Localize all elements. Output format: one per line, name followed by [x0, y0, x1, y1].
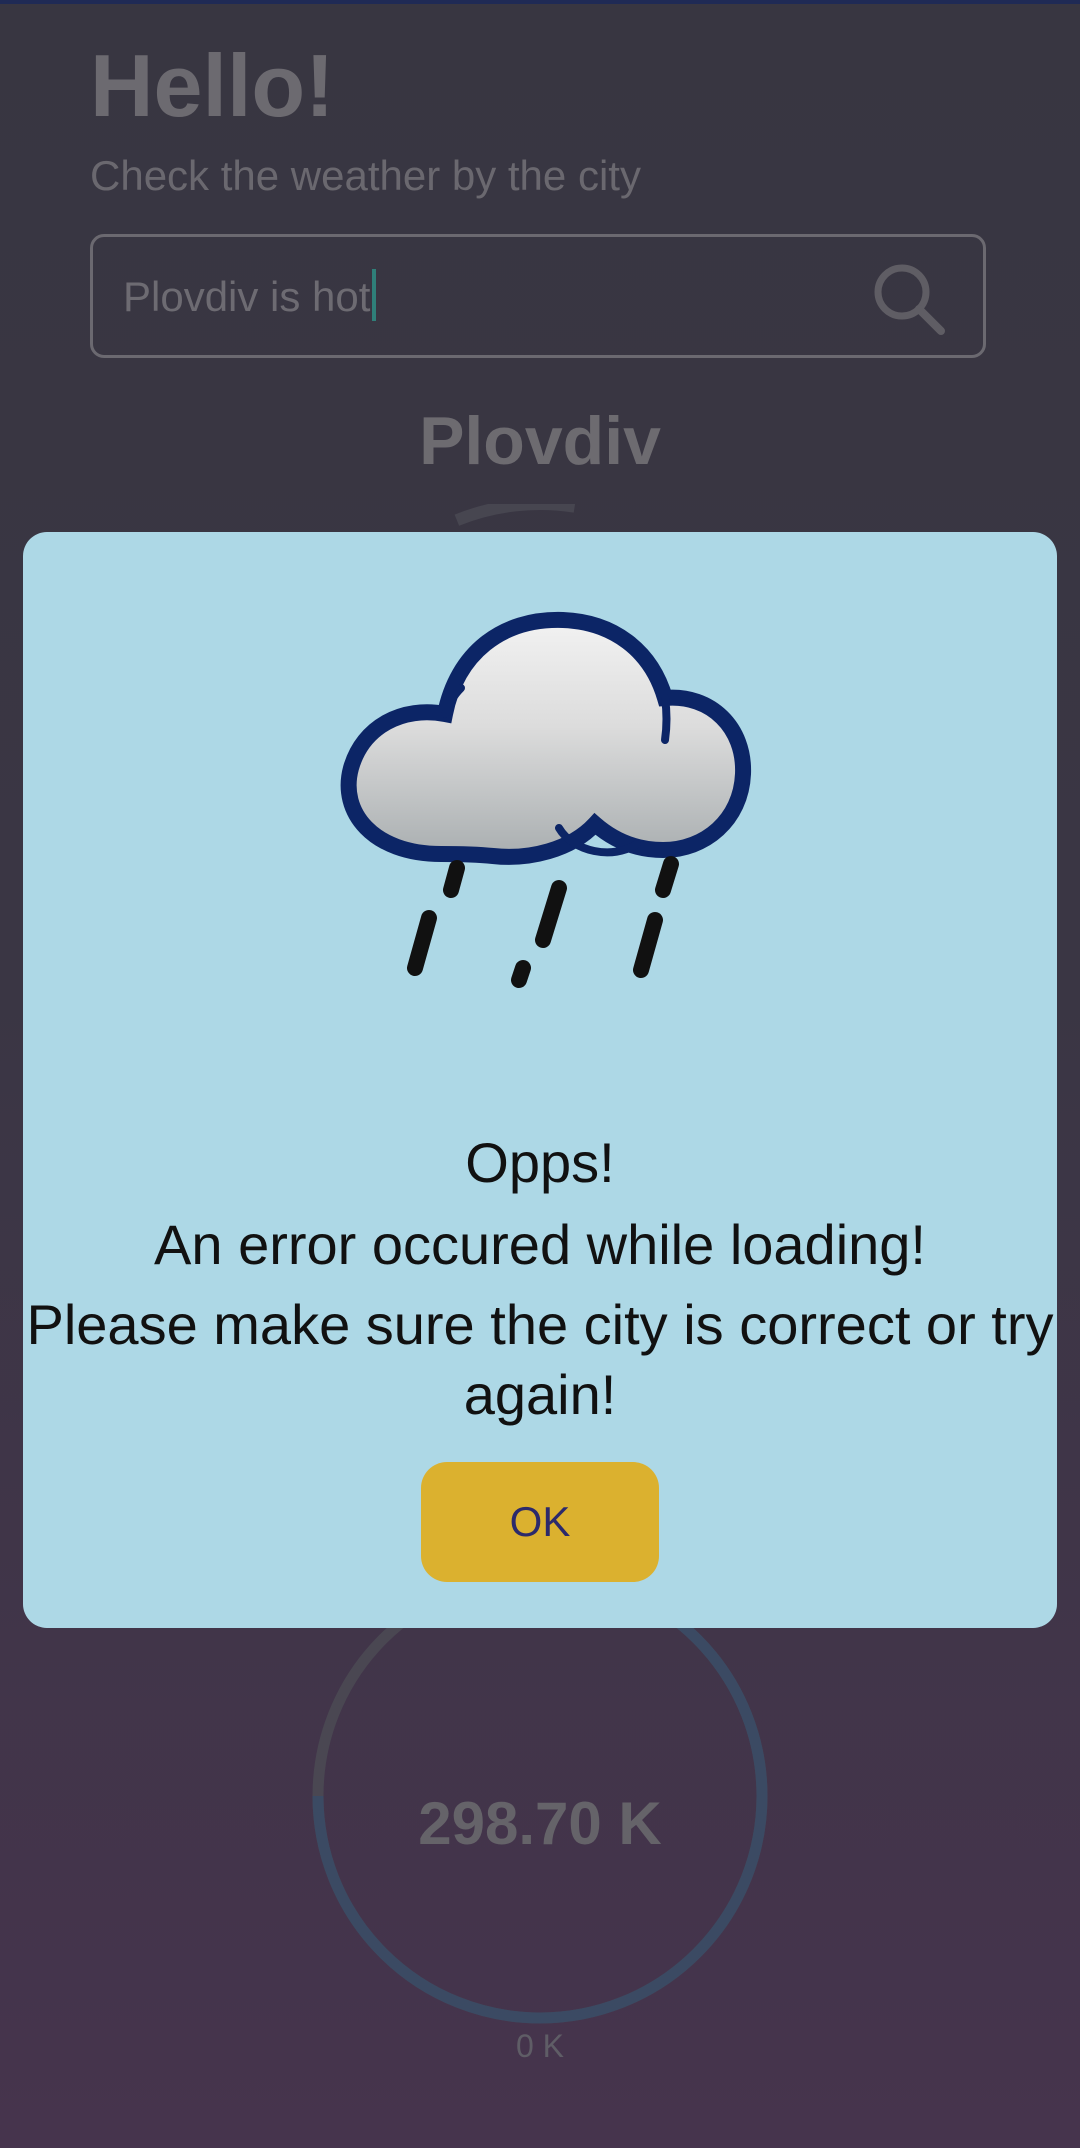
- search-input[interactable]: Plovdiv is hot: [123, 269, 377, 325]
- subtitle-text: Check the weather by the city: [90, 152, 641, 199]
- search-field[interactable]: Plovdiv is hot: [90, 234, 986, 358]
- search-icon[interactable]: [871, 261, 947, 337]
- error-dialog: Opps! An error occured while loading! Pl…: [23, 532, 1057, 1628]
- dialog-message-line-1: An error occured while loading!: [154, 1213, 926, 1276]
- dialog-title: Opps!: [465, 1131, 615, 1194]
- greeting-heading: Hello!: [90, 36, 335, 135]
- ok-button[interactable]: OK: [421, 1462, 659, 1582]
- city-name: Plovdiv: [419, 403, 661, 479]
- text-caret: [372, 269, 377, 321]
- dialog-message-line-2: Please make sure the city is correct or …: [26, 1293, 1054, 1426]
- search-input-text: Plovdiv is hot: [123, 273, 371, 320]
- temperature-value: 298.70 K: [418, 1790, 662, 1857]
- gauge-min-label: 0 K: [515, 2028, 565, 2064]
- rain-cloud-icon: [340, 611, 752, 988]
